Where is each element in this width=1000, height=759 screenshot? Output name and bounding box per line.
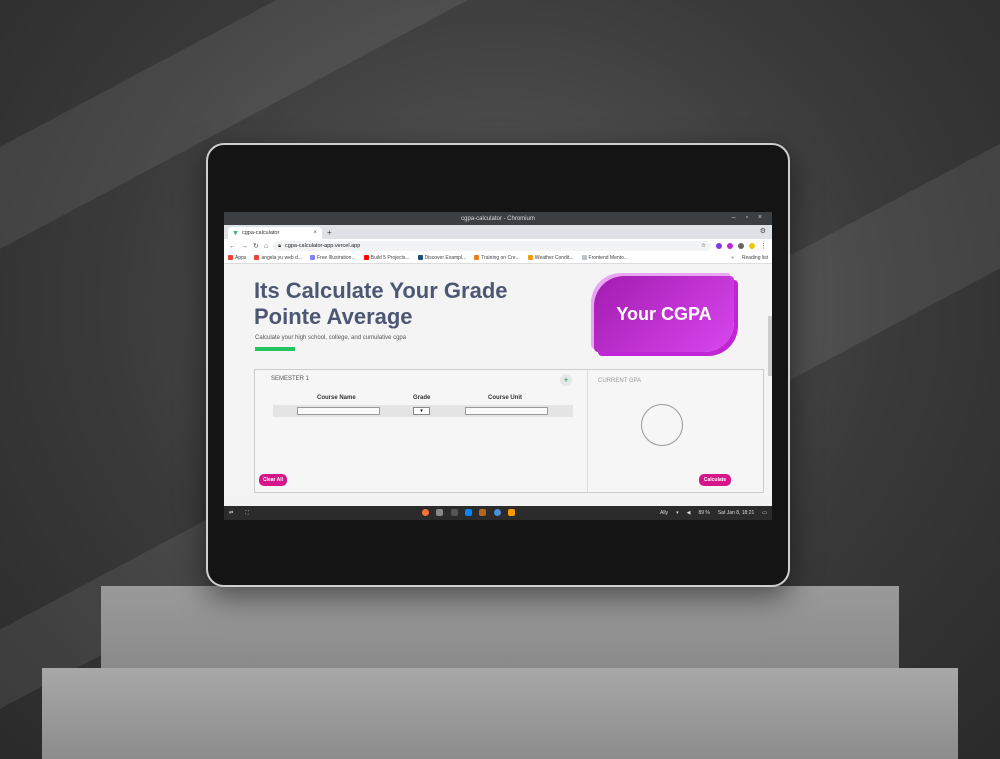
title-line-2: Pointe Average — [254, 304, 413, 329]
cgpa-badge: Your CGPA — [594, 276, 734, 352]
page-content: Its Calculate Your Grade Pointe Average … — [224, 264, 772, 496]
network-label[interactable]: Ally — [660, 510, 668, 516]
bookmark-favicon — [474, 255, 480, 260]
close-tab-icon[interactable]: × — [313, 230, 317, 236]
bookmark-favicon — [581, 255, 587, 260]
display-icon[interactable]: ▭ — [762, 510, 767, 516]
course-unit-input[interactable] — [465, 407, 548, 415]
current-gpa-label: CURRENT GPA — [598, 378, 642, 384]
reading-list[interactable]: Reading list — [742, 255, 768, 261]
profile-avatar[interactable] — [749, 243, 755, 249]
back-icon[interactable]: ← — [229, 243, 236, 250]
page-title: Its Calculate Your Grade Pointe Average — [254, 278, 508, 330]
address-toolbar: ← → ↻ ⌂ 🔒︎ cgpa-calculator-app.vercel.ap… — [224, 239, 772, 253]
accent-bar — [255, 347, 295, 351]
gpa-circle — [641, 404, 683, 446]
terminal-icon[interactable] — [450, 508, 458, 516]
card-divider — [587, 370, 588, 492]
semester-label: SEMESTER 1 — [271, 376, 310, 382]
system-tray: Ally ▾ ◀ 89 % Sat Jan 8, 18:21 ▭ — [660, 510, 767, 516]
taskbar: ⇄ ⛶ Ally ▾ ◀ 89 % Sat Jan 8, 18:21 ▭ — [224, 506, 772, 520]
scrollbar[interactable] — [768, 316, 772, 376]
reload-icon[interactable]: ↻ — [253, 242, 259, 250]
home-icon[interactable]: ⌂ — [264, 243, 268, 250]
system-menu-icon[interactable]: ⇄ — [229, 510, 233, 516]
clear-all-button[interactable]: Clear All — [259, 474, 287, 486]
settings-icon[interactable]: ⚙ — [760, 227, 766, 235]
wifi-icon[interactable]: ▾ — [676, 510, 679, 516]
bookmark-favicon — [254, 255, 260, 260]
course-name-input[interactable] — [297, 407, 380, 415]
bookmark-favicon — [527, 255, 533, 260]
tab-title: cgpa-calculator — [242, 230, 280, 236]
new-tab-button[interactable]: + — [327, 227, 332, 239]
workspace-icon[interactable]: ⛶ — [245, 510, 249, 516]
youtube-icon — [363, 255, 369, 260]
vlc-icon[interactable] — [508, 508, 516, 516]
app-icon[interactable] — [479, 508, 487, 516]
apps-icon — [228, 255, 233, 260]
vue-logo-icon — [233, 230, 238, 236]
bookmark-item[interactable]: Apps — [228, 255, 246, 261]
firefox-icon[interactable] — [421, 508, 429, 516]
files-icon[interactable] — [436, 508, 444, 516]
tab-cgpa-calculator[interactable]: cgpa-calculator × — [228, 227, 322, 239]
pedestal-top — [101, 586, 899, 670]
clock[interactable]: Sat Jan 8, 18:21 — [718, 510, 754, 516]
bookmark-favicon — [310, 255, 315, 260]
title-line-1: Its Calculate Your Grade — [254, 278, 508, 303]
address-bar[interactable]: 🔒︎ cgpa-calculator-app.vercel.app ☆ — [273, 241, 711, 251]
window-controls[interactable]: – ▫ × — [732, 214, 766, 221]
col-course-unit: Course Unit — [488, 395, 523, 401]
volume-icon[interactable]: ◀ — [687, 510, 691, 516]
taskbar-apps — [419, 508, 518, 518]
extension-icon[interactable] — [727, 243, 733, 249]
menu-icon[interactable]: ⋮ — [760, 242, 767, 250]
bookmark-item[interactable]: Discover Exampl... — [417, 255, 466, 261]
window-title: cgpa-calculator - Chromium — [461, 215, 535, 222]
bookmarks-bar: Apps angela yu web d... Free Illustratio… — [224, 253, 772, 264]
vscode-icon[interactable] — [464, 508, 472, 516]
pedestal-base — [42, 668, 958, 759]
tablet-screen: cgpa-calculator - Chromium – ▫ × cgpa-ca… — [224, 212, 772, 520]
window-titlebar: cgpa-calculator - Chromium – ▫ × — [224, 212, 772, 225]
bookmarks-more[interactable]: » — [731, 255, 734, 261]
bookmark-star-icon[interactable]: ☆ — [701, 243, 706, 249]
bookmark-item[interactable]: Free Illustration... — [310, 255, 356, 261]
tab-bar: cgpa-calculator × + ⚙ — [224, 225, 772, 239]
bookmark-item[interactable]: Weather Condit... — [527, 255, 574, 261]
chromium-icon[interactable] — [493, 508, 501, 516]
extension-icon[interactable] — [716, 243, 722, 249]
calculate-button[interactable]: Calculate — [699, 474, 731, 486]
col-course-name: Course Name — [317, 395, 356, 401]
bookmark-favicon — [417, 255, 423, 260]
page-subtitle: Calculate your high school, college, and… — [255, 335, 407, 341]
semester-card: SEMESTER 1 + Course Name Grade Course Un… — [254, 369, 764, 493]
extension-icon[interactable] — [738, 243, 744, 249]
bookmark-item[interactable]: angela yu web d... — [254, 255, 302, 261]
grade-select[interactable]: ▾ — [413, 407, 430, 415]
url-text: cgpa-calculator-app.vercel.app — [285, 243, 361, 249]
add-course-button[interactable]: + — [560, 374, 572, 386]
bookmark-item[interactable]: Frontend Mento... — [581, 255, 628, 261]
col-grade: Grade — [413, 395, 431, 401]
bookmark-item[interactable]: Training on Cre... — [474, 255, 520, 261]
battery-label[interactable]: 89 % — [698, 510, 709, 516]
bookmark-item[interactable]: Build 5 Projects... — [363, 255, 410, 261]
lock-icon: 🔒︎ — [278, 242, 282, 249]
forward-icon[interactable]: → — [241, 243, 248, 250]
